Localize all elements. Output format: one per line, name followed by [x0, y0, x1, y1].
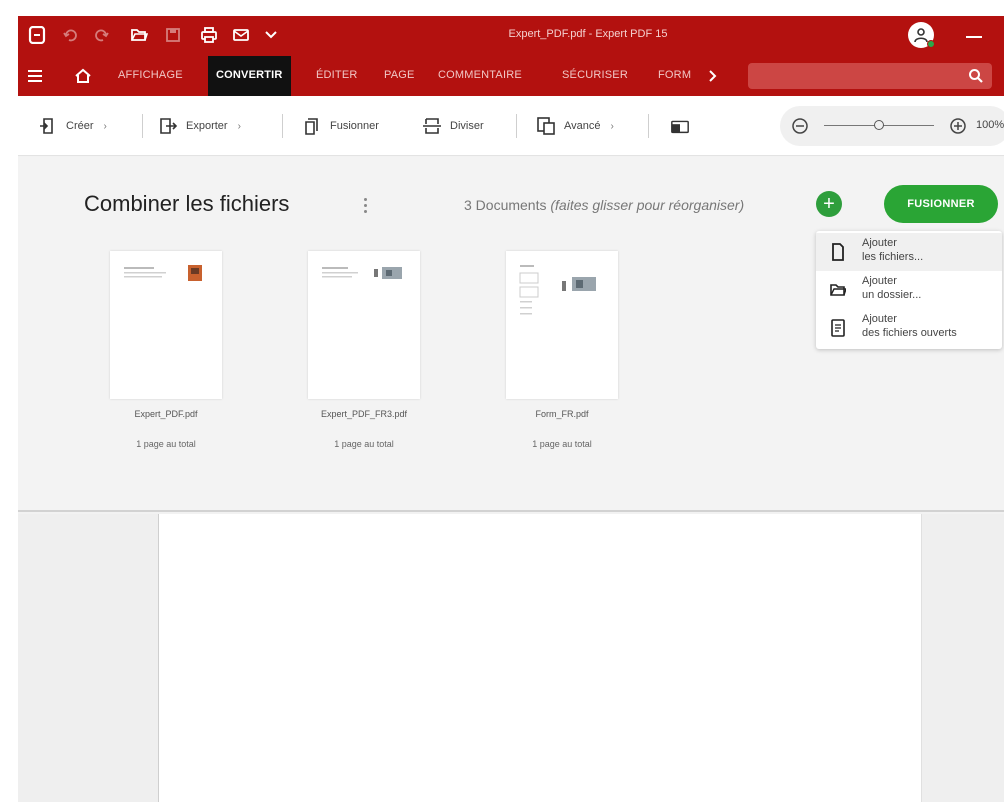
tab-commentaire[interactable]: COMMENTAIRE — [438, 69, 522, 81]
tab-affichage[interactable]: AFFICHAGE — [118, 69, 183, 81]
document-page[interactable] — [158, 514, 922, 802]
save-icon[interactable] — [162, 24, 184, 46]
menu-item-line1: Ajouter — [862, 275, 897, 287]
menu-item-add-open-files[interactable]: Ajouter des fichiers ouverts — [816, 309, 1002, 347]
zoom-out-icon[interactable] — [790, 116, 810, 136]
split-icon — [422, 116, 442, 136]
toolbar-divider — [516, 114, 517, 138]
convert-to-office-button[interactable] — [670, 116, 698, 136]
file-page-count: 1 page au total — [532, 439, 592, 449]
folder-icon — [830, 284, 846, 296]
menu-item-add-folder[interactable]: Ajouter un dossier... — [816, 271, 1002, 309]
redo-icon[interactable] — [90, 24, 112, 46]
document-count-value: 3 Documents — [464, 197, 547, 213]
chevron-right-icon: › — [103, 120, 107, 132]
search-input[interactable] — [748, 63, 992, 89]
create-icon — [38, 116, 58, 136]
page-preview-icon — [322, 267, 402, 279]
split-label: Diviser — [450, 120, 484, 132]
zoom-level-value: 100% — [976, 119, 1004, 131]
advanced-icon — [536, 116, 556, 136]
plus-icon: + — [823, 193, 835, 215]
menu-item-line1: Ajouter — [862, 313, 897, 325]
chevron-right-icon: › — [610, 120, 614, 132]
tab-securiser[interactable]: SÉCURISER — [562, 69, 628, 81]
menu-item-line2: les fichiers... — [862, 251, 924, 263]
file-icon — [832, 243, 844, 261]
online-status-icon — [927, 40, 935, 48]
home-icon[interactable] — [72, 65, 94, 87]
open-document-icon — [831, 319, 845, 337]
open-folder-icon[interactable] — [128, 24, 150, 46]
minimize-button[interactable] — [966, 36, 982, 38]
more-options-icon[interactable] — [354, 191, 376, 219]
file-name: Form_FR.pdf — [535, 409, 589, 419]
create-button[interactable]: Créer › — [38, 116, 107, 136]
undo-icon[interactable] — [60, 24, 82, 46]
zoom-control: 100% — [780, 106, 1004, 146]
email-icon[interactable] — [230, 24, 252, 46]
print-icon[interactable] — [198, 24, 220, 46]
menu-item-add-files[interactable]: Ajouter les fichiers... — [816, 233, 1002, 271]
title-bar: Expert_PDF.pdf - Expert PDF 15 — [18, 16, 1004, 56]
file-thumbnail[interactable] — [308, 251, 420, 399]
chevron-right-icon[interactable] — [702, 65, 724, 87]
file-name: Expert_PDF_FR3.pdf — [320, 409, 408, 419]
toolbar-divider — [282, 114, 283, 138]
zoom-slider-handle[interactable] — [874, 120, 884, 130]
user-avatar-icon[interactable] — [908, 22, 935, 48]
export-icon — [158, 116, 178, 136]
advanced-button[interactable]: Avancé › — [536, 116, 614, 136]
tab-convertir[interactable]: CONVERTIR — [208, 56, 291, 96]
window-title: Expert_PDF.pdf - Expert PDF 15 — [508, 28, 668, 40]
document-viewer — [18, 514, 1004, 802]
zoom-in-icon[interactable] — [948, 116, 968, 136]
file-thumbnail[interactable] — [506, 251, 618, 399]
merge-button[interactable]: FUSIONNER — [884, 185, 998, 223]
menu-item-line1: Ajouter — [862, 237, 897, 249]
convert-toolbar: Créer › Exporter › Fusionner Diviser Ava… — [18, 96, 1004, 156]
add-files-button[interactable]: + — [816, 191, 842, 217]
merge-icon — [302, 116, 322, 136]
toolbar-divider — [142, 114, 143, 138]
file-page-count: 1 page au total — [136, 439, 196, 449]
panel-title: Combiner les fichiers — [84, 191, 290, 216]
reorder-hint: (faites glisser pour réorganiser) — [550, 197, 745, 213]
search-icon[interactable] — [968, 68, 984, 84]
create-label: Créer — [66, 120, 94, 132]
combine-files-panel: Combiner les fichiers 3 Documents (faite… — [18, 157, 1004, 512]
tab-form[interactable]: FORM — [658, 69, 691, 81]
toolbar-divider — [648, 114, 649, 138]
split-button[interactable]: Diviser — [422, 116, 484, 136]
document-count: 3 Documents (faites glisser pour réorgan… — [464, 197, 744, 213]
office-convert-icon — [670, 116, 690, 136]
merge-tool-button[interactable]: Fusionner — [302, 116, 379, 136]
menu-item-line2: des fichiers ouverts — [862, 327, 957, 339]
tab-page[interactable]: PAGE — [384, 69, 415, 81]
add-files-menu: Ajouter les fichiers... Ajouter un dossier… — [816, 231, 1002, 349]
hamburger-menu-icon[interactable] — [24, 65, 46, 87]
app-logo-icon[interactable] — [26, 24, 48, 46]
export-label: Exporter — [186, 120, 228, 132]
ribbon-menu-bar: AFFICHAGE CONVERTIR ÉDITER PAGE COMMENTA… — [18, 56, 1004, 96]
chevron-down-icon[interactable] — [260, 24, 282, 46]
export-button[interactable]: Exporter › — [158, 116, 241, 136]
chevron-right-icon: › — [237, 120, 241, 132]
file-thumbnail[interactable] — [110, 251, 222, 399]
app-window: Expert_PDF.pdf - Expert PDF 15 AFFICHAGE… — [18, 16, 1004, 802]
file-name: Expert_PDF.pdf — [134, 409, 198, 419]
advanced-label: Avancé — [564, 120, 601, 132]
page-preview-icon — [124, 265, 202, 281]
merge-label: Fusionner — [330, 120, 379, 132]
file-page-count: 1 page au total — [334, 439, 394, 449]
tab-editer[interactable]: ÉDITER — [316, 69, 358, 81]
menu-item-line2: un dossier... — [862, 289, 922, 301]
page-preview-icon — [519, 265, 596, 315]
